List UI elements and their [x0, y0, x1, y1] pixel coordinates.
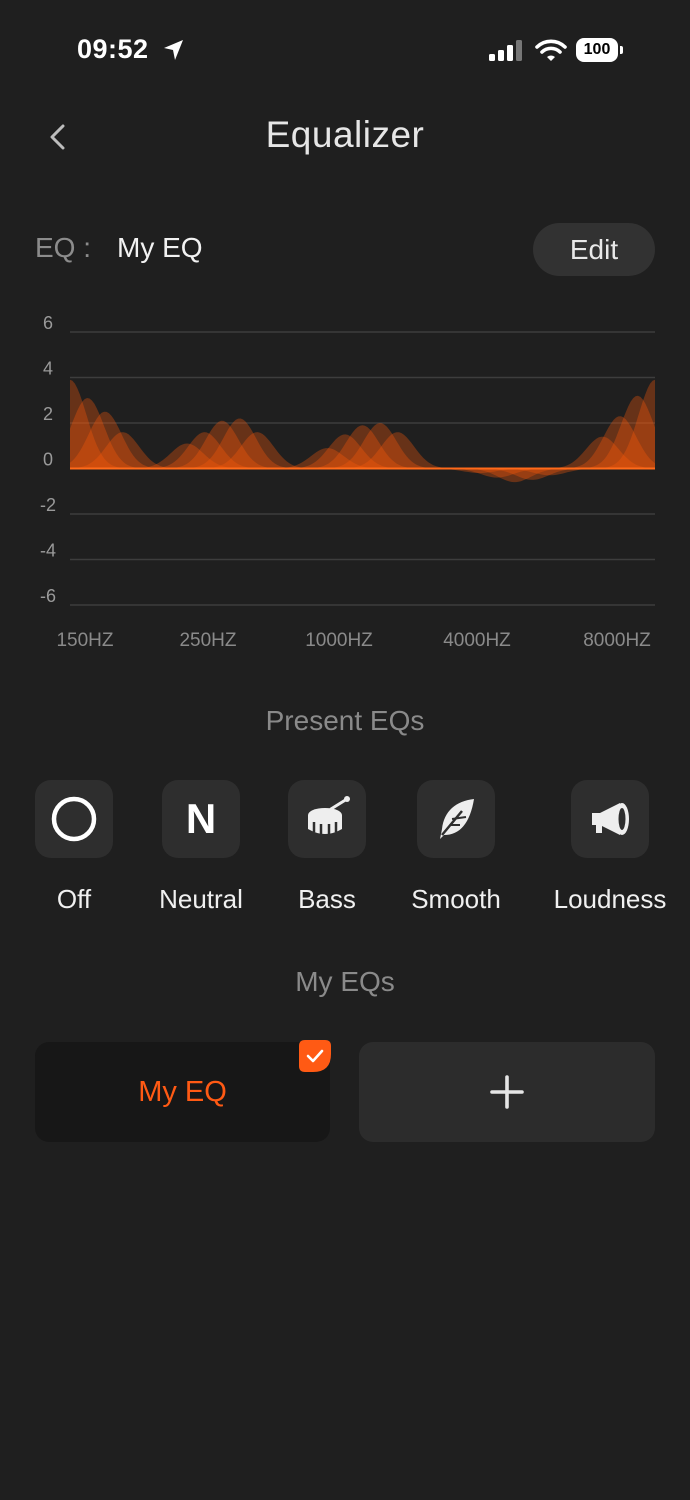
megaphone-icon: [592, 803, 629, 835]
preset-label: Neutral: [159, 884, 243, 914]
eq-band-curve: [70, 468, 655, 476]
x-tick-label: 8000HZ: [583, 630, 651, 651]
my-eqs-title: My EQs: [295, 966, 395, 997]
x-tick-label: 4000HZ: [443, 630, 511, 651]
x-tick-label: 150HZ: [56, 630, 113, 651]
eq-curve-chart: 6 4 2 0 -2 -4 -6 150HZ 250HZ 1000HZ 4000HZ 8000HZ: [40, 313, 655, 651]
add-eq-button[interactable]: [359, 1042, 655, 1142]
preset-tile[interactable]: [288, 780, 366, 858]
preset-smooth[interactable]: Smooth: [391, 780, 521, 915]
preset-off[interactable]: Off: [9, 780, 139, 915]
feather-icon: [440, 799, 474, 839]
preset-neutral[interactable]: N Neutral: [136, 780, 266, 915]
preset-tile[interactable]: [417, 780, 495, 858]
cellular-signal-icon: [489, 40, 522, 61]
preset-tile[interactable]: [571, 780, 649, 858]
location-arrow-icon: [164, 40, 183, 60]
selected-check-icon: [299, 1040, 331, 1072]
current-eq-name: My EQ: [117, 232, 203, 263]
x-tick-label: 250HZ: [179, 630, 236, 651]
y-tick-label: -6: [40, 586, 56, 606]
drum-icon: [308, 796, 350, 835]
status-time: 09:52: [77, 34, 149, 64]
battery-level: 100: [576, 38, 618, 62]
preset-label: Loudness: [553, 884, 667, 914]
neutral-n-icon: N: [185, 795, 217, 842]
x-axis-ticks: 150HZ 250HZ 1000HZ 4000HZ 8000HZ: [56, 630, 651, 651]
y-tick-label: -2: [40, 495, 56, 515]
y-tick-label: 2: [43, 404, 53, 424]
preset-bass[interactable]: Bass: [262, 780, 392, 915]
preset-loudness[interactable]: Loudness: [545, 780, 675, 915]
presets-title: Present EQs: [265, 705, 425, 736]
battery-icon: 100: [576, 38, 624, 62]
my-eq-card[interactable]: My EQ: [35, 1042, 330, 1142]
wifi-icon: [535, 39, 567, 61]
preset-label: Bass: [298, 884, 356, 914]
preset-label: Off: [56, 884, 92, 914]
y-tick-label: -4: [40, 541, 56, 561]
x-tick-label: 1000HZ: [305, 630, 373, 651]
edit-button[interactable]: Edit: [533, 223, 655, 276]
circle-icon: [51, 796, 97, 842]
preset-label: Smooth: [411, 884, 501, 914]
page-title: Equalizer: [265, 114, 425, 155]
y-axis-ticks: 6 4 2 0 -2 -4 -6: [40, 313, 56, 606]
y-tick-label: 6: [43, 313, 53, 333]
eq-curves: [70, 379, 655, 483]
y-tick-label: 0: [43, 450, 53, 470]
preset-tile[interactable]: N: [162, 780, 240, 858]
y-tick-label: 4: [43, 359, 53, 379]
plus-icon: [490, 1075, 524, 1109]
preset-tile[interactable]: [35, 780, 113, 858]
eq-label: EQ :: [35, 232, 92, 263]
